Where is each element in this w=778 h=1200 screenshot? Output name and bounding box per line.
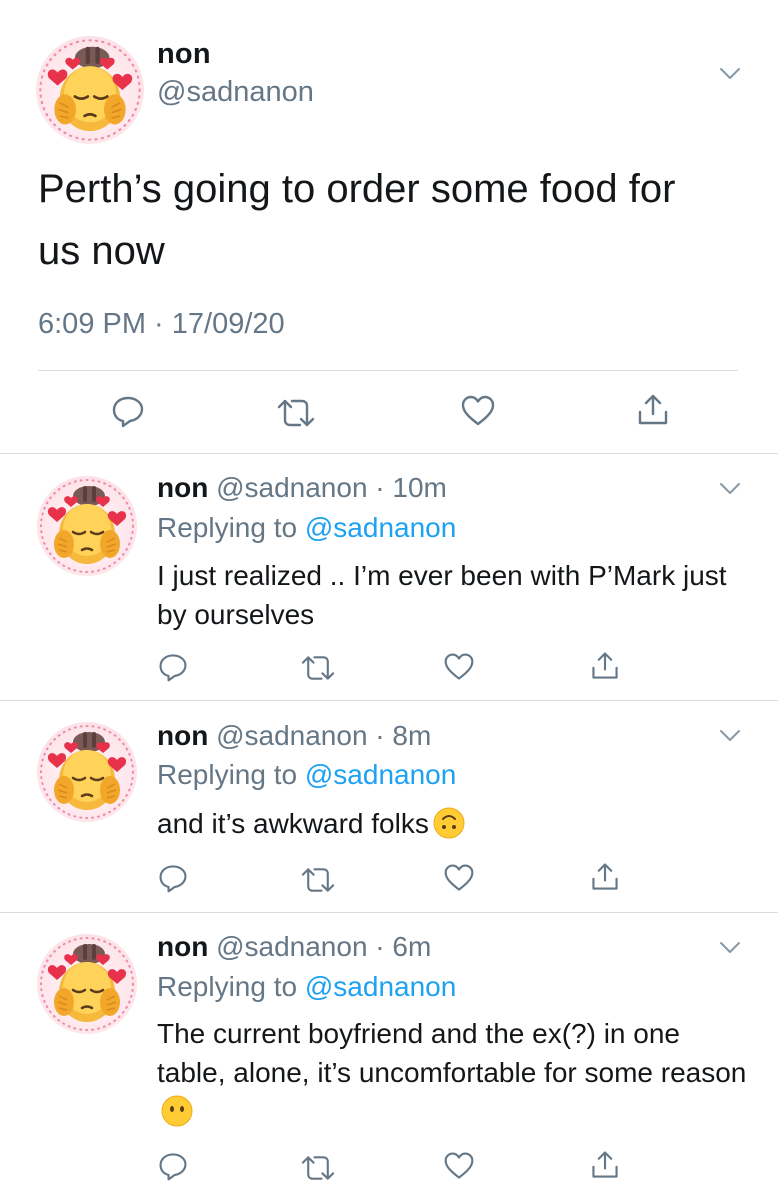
like-icon[interactable]: [443, 1150, 475, 1182]
replying-to-label: Replying to: [157, 971, 305, 1002]
reply-text-content: The current boyfriend and the ex(?) in o…: [157, 1018, 747, 1088]
retweet-icon[interactable]: [276, 395, 316, 431]
main-display-name[interactable]: non: [157, 38, 211, 71]
divider: [0, 453, 778, 454]
reply-header: non @sadnanon · 6m: [157, 931, 431, 963]
avatar[interactable]: [37, 476, 137, 576]
reply-icon[interactable]: [110, 393, 146, 429]
like-icon[interactable]: [443, 651, 475, 683]
reply-handle-time[interactable]: @sadnanon · 6m: [216, 931, 431, 962]
reply-text: and it’s awkward folks: [157, 804, 747, 843]
reply-display-name[interactable]: non: [157, 472, 208, 503]
replying-to-label: Replying to: [157, 512, 305, 543]
reply-handle-time[interactable]: @sadnanon · 10m: [216, 472, 447, 503]
retweet-icon[interactable]: [300, 1152, 336, 1184]
main-timestamp[interactable]: 6:09 PM · 17/09/20: [38, 308, 285, 341]
no-mouth-face-icon: [161, 1095, 193, 1127]
avatar[interactable]: [36, 36, 144, 144]
divider: [38, 370, 738, 371]
share-icon[interactable]: [635, 392, 671, 428]
share-icon[interactable]: [589, 861, 621, 893]
reply-header: non @sadnanon · 8m: [157, 720, 431, 752]
chevron-down-icon[interactable]: [719, 67, 741, 81]
divider: [0, 912, 778, 913]
blushing-emoji-avatar-icon: [37, 934, 137, 1034]
reply-header: non @sadnanon · 10m: [157, 472, 447, 504]
reply-text-content: I just realized .. I’m ever been with P’…: [157, 560, 727, 630]
replying-to: Replying to @sadnanon: [157, 759, 456, 791]
replying-to-label: Replying to: [157, 759, 305, 790]
divider: [0, 700, 778, 701]
chevron-down-icon[interactable]: [719, 482, 741, 496]
chevron-down-icon[interactable]: [719, 729, 741, 743]
reply-text: I just realized .. I’m ever been with P’…: [157, 556, 747, 634]
reply-icon[interactable]: [157, 1150, 189, 1182]
replying-to-link[interactable]: @sadnanon: [305, 759, 456, 790]
reply-handle-time[interactable]: @sadnanon · 8m: [216, 720, 431, 751]
like-icon[interactable]: [443, 862, 475, 894]
reply-text: The current boyfriend and the ex(?) in o…: [157, 1014, 747, 1131]
blushing-emoji-avatar-icon: [36, 36, 144, 144]
replying-to: Replying to @sadnanon: [157, 971, 456, 1003]
main-tweet-text: Perth’s going to order some food for us …: [38, 167, 676, 273]
upside-down-face-icon: [433, 807, 465, 839]
replying-to: Replying to @sadnanon: [157, 512, 456, 544]
replying-to-link[interactable]: @sadnanon: [305, 512, 456, 543]
chevron-down-icon[interactable]: [719, 941, 741, 955]
reply-display-name[interactable]: non: [157, 720, 208, 751]
reply-text-content: and it’s awkward folks: [157, 808, 429, 839]
blushing-emoji-avatar-icon: [37, 722, 137, 822]
like-icon[interactable]: [460, 393, 496, 429]
main-handle[interactable]: @sadnanon: [157, 76, 314, 109]
retweet-icon[interactable]: [300, 864, 336, 896]
reply-icon[interactable]: [157, 651, 189, 683]
reply-icon[interactable]: [157, 862, 189, 894]
share-icon[interactable]: [589, 1149, 621, 1181]
retweet-icon[interactable]: [300, 652, 336, 684]
reply-display-name[interactable]: non: [157, 931, 208, 962]
avatar[interactable]: [37, 722, 137, 822]
replying-to-link[interactable]: @sadnanon: [305, 971, 456, 1002]
blushing-emoji-avatar-icon: [37, 476, 137, 576]
avatar[interactable]: [37, 934, 137, 1034]
share-icon[interactable]: [589, 650, 621, 682]
